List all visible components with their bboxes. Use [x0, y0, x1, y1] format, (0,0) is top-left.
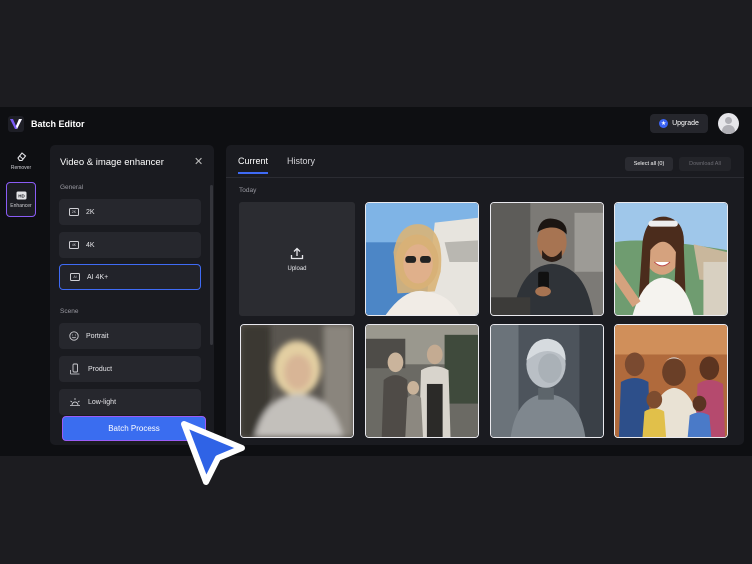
option-label: Product — [88, 365, 113, 373]
option-2k[interactable]: 2K 2K — [59, 199, 201, 225]
star-icon: ★ — [659, 119, 669, 128]
photo-woman-sunglasses — [366, 203, 478, 315]
main-area: Current History Select all (0) Download … — [226, 145, 744, 445]
rail-item-enhancer[interactable]: HD Enhancer — [6, 182, 36, 217]
download-all-button[interactable]: Download All — [679, 157, 731, 171]
rail-item-label: Enhancer — [10, 202, 32, 209]
photo-vintage-family — [366, 325, 478, 437]
upload-icon — [290, 247, 304, 259]
photo-woman-selfie — [615, 203, 727, 315]
sun-icon — [70, 398, 80, 406]
option-label: 2K — [86, 208, 95, 216]
app-title: Batch Editor — [31, 119, 85, 129]
section-label-general: General — [60, 184, 84, 191]
media-thumbnail[interactable] — [490, 202, 604, 316]
select-all-button[interactable]: Select all (0) — [625, 157, 673, 171]
media-thumbnail[interactable] — [490, 324, 604, 438]
svg-text:HD: HD — [18, 193, 25, 198]
option-label: AI 4K+ — [87, 273, 109, 281]
photo-robot — [491, 325, 603, 437]
avatar[interactable] — [718, 113, 739, 134]
option-label: Portrait — [86, 332, 109, 340]
option-portrait[interactable]: Portrait — [59, 323, 201, 349]
2k-icon: 2K — [69, 208, 79, 216]
rail-item-remover[interactable]: Remover — [6, 151, 36, 179]
media-thumbnail[interactable] — [240, 324, 354, 438]
option-ai-4k-plus[interactable]: AI AI 4K+ — [59, 264, 201, 290]
option-label: 4K — [86, 241, 95, 249]
date-group-label: Today — [239, 187, 257, 194]
pointer-cursor-icon — [181, 421, 245, 485]
top-bar: Batch Editor ★ Upgrade — [0, 107, 752, 142]
app-logo — [8, 116, 24, 132]
option-low-light[interactable]: Low-light — [59, 389, 201, 415]
tab-current[interactable]: Current — [238, 156, 268, 166]
upgrade-label: Upgrade — [672, 120, 699, 127]
ai-4k-icon: AI — [70, 273, 80, 281]
tab-history[interactable]: History — [287, 156, 315, 166]
product-icon — [70, 363, 80, 375]
panel-scrollbar[interactable] — [210, 185, 213, 345]
upgrade-button[interactable]: ★ Upgrade — [650, 114, 708, 133]
enhancer-panel: Video & image enhancer ✕ General 2K 2K 4… — [50, 145, 214, 445]
4k-icon: 4K — [69, 241, 79, 249]
media-thumbnail[interactable] — [365, 202, 479, 316]
photo-family-gathering — [615, 325, 727, 437]
close-icon[interactable]: ✕ — [194, 155, 203, 168]
rail-item-label: Remover — [10, 165, 32, 171]
upload-label: Upload — [287, 265, 307, 272]
section-label-scene: Scene — [60, 308, 79, 315]
media-thumbnail[interactable] — [614, 324, 728, 438]
option-product[interactable]: Product — [59, 356, 201, 382]
media-thumbnail[interactable] — [365, 324, 479, 438]
divider — [226, 177, 744, 178]
tab-active-indicator — [238, 172, 268, 174]
eraser-icon — [16, 152, 26, 162]
upload-tile[interactable]: Upload — [239, 202, 355, 316]
media-thumbnail[interactable] — [614, 202, 728, 316]
smile-icon — [69, 331, 79, 341]
app-window: Batch Editor ★ Upgrade Remover HD Enhanc… — [0, 107, 752, 456]
photo-blurry-woman — [241, 325, 353, 437]
option-4k[interactable]: 4K 4K — [59, 232, 201, 258]
hd-icon: HD — [16, 191, 26, 199]
photo-man-holding-phone — [491, 203, 603, 315]
option-label: Low-light — [88, 398, 117, 406]
panel-title: Video & image enhancer — [60, 157, 164, 168]
